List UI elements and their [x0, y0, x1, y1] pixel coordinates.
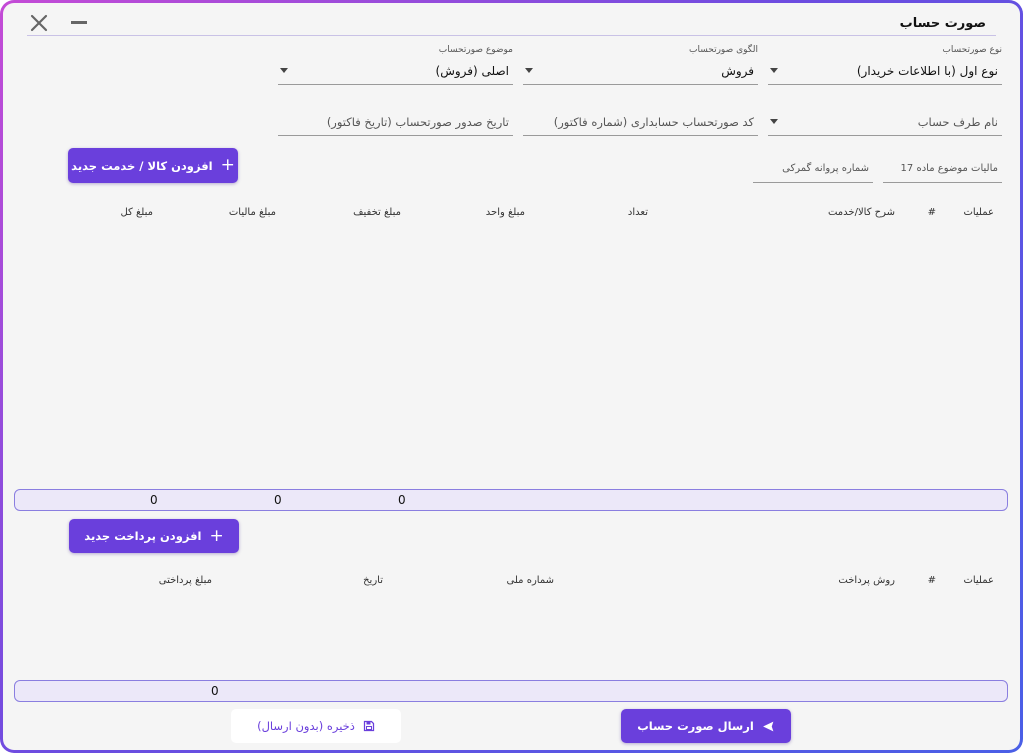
customs-license-placeholder: شماره پروانه گمرکی	[782, 163, 869, 174]
issue-date-input[interactable]: تاریخ صدور صورتحساب (تاریخ فاکتور)	[278, 107, 513, 136]
items-total-amount: 0	[150, 493, 158, 507]
add-item-button[interactable]: + افزودن کالا / خدمت جدید	[68, 148, 238, 183]
chevron-down-icon	[770, 119, 778, 124]
items-header-total: مبلغ کل	[120, 207, 153, 218]
payments-header-national-id: شماره ملی	[506, 575, 554, 586]
invoice-type-select[interactable]: نوع صورتحساب نوع اول (با اطلاعات خریدار)	[768, 45, 1002, 85]
items-header-index: #	[927, 207, 936, 218]
add-payment-button[interactable]: + افزودن پرداخت جدید	[69, 519, 239, 553]
invoice-pattern-value: فروش	[721, 64, 754, 78]
minimize-icon[interactable]	[69, 15, 89, 31]
invoice-type-value: نوع اول (با اطلاعات خریدار)	[856, 64, 998, 78]
save-icon	[363, 720, 375, 732]
invoice-pattern-label: الگوی صورتحساب	[689, 45, 758, 55]
party-name-select[interactable]: نام طرف حساب	[768, 107, 1002, 136]
items-summary-bar: 0 0 0	[14, 489, 1008, 511]
issue-date-placeholder: تاریخ صدور صورتحساب (تاریخ فاکتور)	[326, 115, 509, 129]
save-draft-label: ذخیره (بدون ارسال)	[257, 719, 355, 733]
save-draft-button[interactable]: ذخیره (بدون ارسال)	[231, 709, 401, 743]
payments-summary-bar: 0	[14, 680, 1008, 702]
invoice-type-label: نوع صورتحساب	[942, 45, 1002, 55]
items-header-unit-price: مبلغ واحد	[485, 207, 525, 218]
window-frame: صورت حساب نوع صورتحساب نوع اول (با اطلاع…	[0, 0, 1023, 753]
dialog-title: صورت حساب	[899, 16, 986, 31]
invoice-subject-label: موضوع صورتحساب	[438, 45, 513, 55]
items-header-operations: عملیات	[963, 207, 994, 218]
tax-article17-input[interactable]: مالیات موضوع ماده 17	[883, 153, 1002, 183]
items-header-description: شرح کالا/خدمت	[827, 207, 895, 218]
items-header-discount: مبلغ تخفیف	[353, 207, 401, 218]
send-invoice-label: ارسال صورت حساب	[637, 719, 754, 733]
payments-header-index: #	[927, 575, 936, 586]
chevron-down-icon	[525, 68, 533, 73]
items-header-tax: مبلغ مالیات	[228, 207, 276, 218]
invoice-dialog: صورت حساب نوع صورتحساب نوع اول (با اطلاع…	[3, 3, 1020, 750]
items-table-body	[15, 228, 1008, 483]
party-name-placeholder: نام طرف حساب	[917, 115, 998, 129]
chevron-down-icon	[280, 68, 288, 73]
plus-icon: +	[220, 155, 235, 175]
payments-total-amount: 0	[211, 684, 219, 698]
tax-article17-placeholder: مالیات موضوع ماده 17	[900, 163, 998, 174]
items-total-discount: 0	[398, 493, 406, 507]
chevron-down-icon	[770, 68, 778, 73]
invoice-pattern-select[interactable]: الگوی صورتحساب فروش	[523, 45, 758, 85]
payments-table-body	[15, 595, 1008, 675]
accounting-code-placeholder: کد صورتحساب حسابداری (شماره فاکتور)	[553, 115, 754, 129]
payments-header-date: تاریخ	[363, 575, 383, 586]
close-icon[interactable]	[27, 11, 51, 35]
invoice-subject-select[interactable]: موضوع صورتحساب اصلی (فروش)	[278, 45, 513, 85]
customs-license-input[interactable]: شماره پروانه گمرکی	[753, 153, 873, 183]
accounting-code-input[interactable]: کد صورتحساب حسابداری (شماره فاکتور)	[523, 107, 758, 136]
invoice-subject-value: اصلی (فروش)	[435, 64, 509, 78]
title-divider	[27, 35, 996, 36]
items-total-tax: 0	[274, 493, 282, 507]
plus-icon: +	[209, 525, 224, 546]
payments-header-operations: عملیات	[963, 575, 994, 586]
payments-header-method: روش پرداخت	[838, 575, 895, 586]
payments-header-amount: مبلغ پرداختی	[158, 575, 212, 586]
send-invoice-button[interactable]: ارسال صورت حساب	[621, 709, 791, 743]
add-payment-label: افزودن پرداخت جدید	[84, 529, 202, 543]
add-item-label: افزودن کالا / خدمت جدید	[71, 158, 213, 173]
items-header-quantity: تعداد	[627, 207, 648, 218]
send-icon	[762, 720, 775, 733]
